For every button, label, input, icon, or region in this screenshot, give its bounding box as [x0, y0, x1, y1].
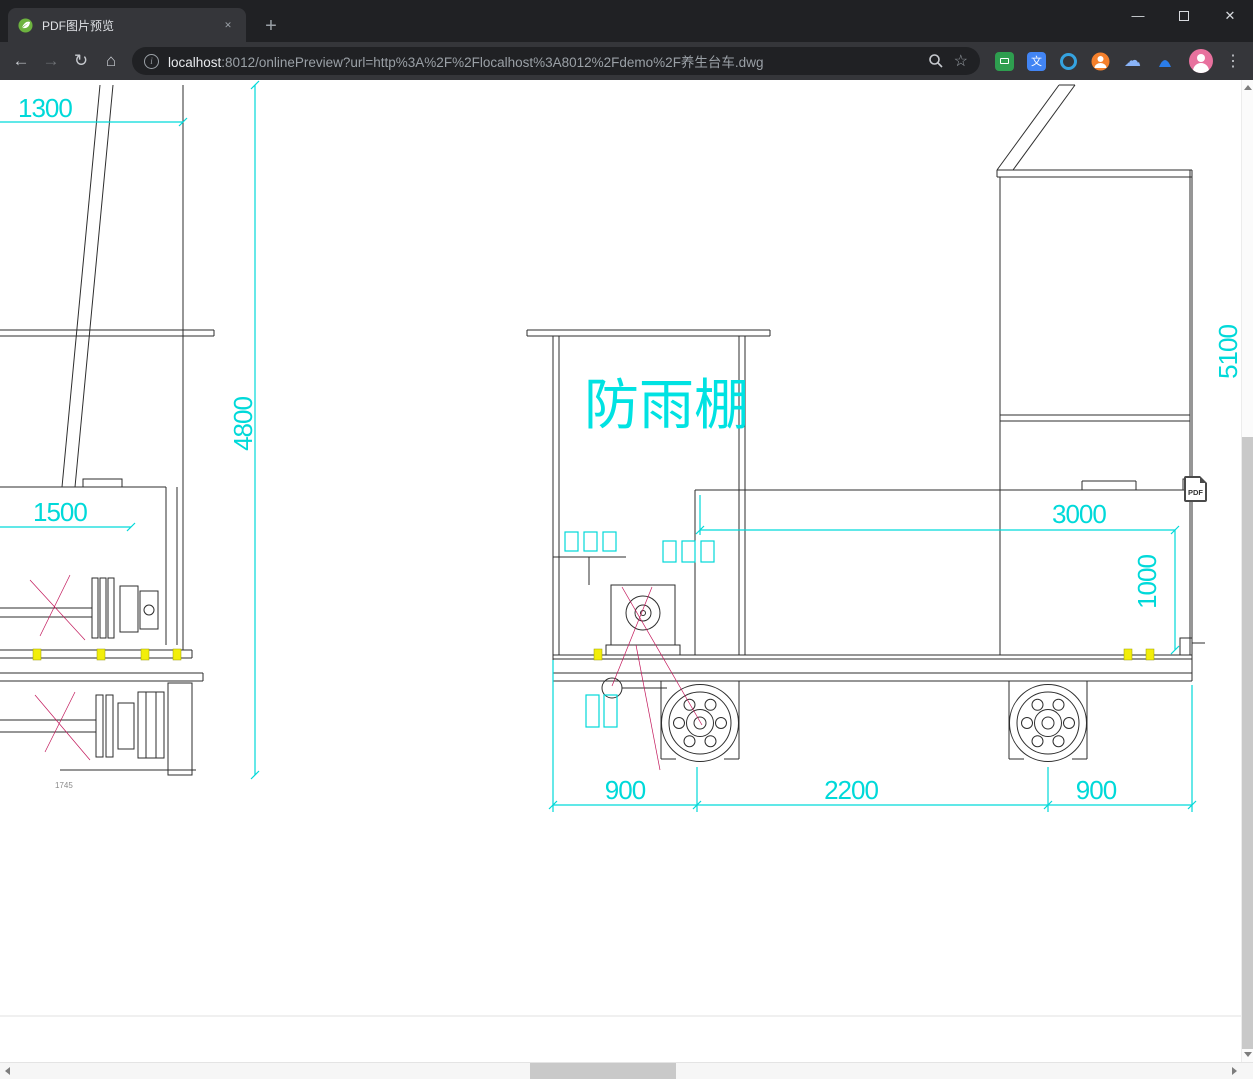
- cad-dimension-texts: 1300 1500 4800 防雨棚 5100 3000 1000 900 22…: [18, 93, 1241, 805]
- scroll-up-arrow-icon[interactable]: [1244, 85, 1252, 90]
- extension-translate-icon[interactable]: 文: [1026, 51, 1047, 72]
- horizontal-scrollbar-thumb[interactable]: [530, 1063, 676, 1079]
- vertical-scrollbar[interactable]: [1241, 80, 1253, 1062]
- extension-icon-6[interactable]: [1154, 51, 1175, 72]
- extensions-row: 文 ☁: [994, 51, 1175, 72]
- dim-4800: 4800: [228, 397, 258, 451]
- profile-avatar[interactable]: [1189, 49, 1213, 73]
- bookmark-star-icon[interactable]: ☆: [954, 51, 968, 71]
- vertical-scrollbar-thumb[interactable]: [1242, 437, 1253, 1049]
- browser-toolbar: ← → ↻ ⌂ i localhost:8012/onlinePreview?u…: [0, 42, 1253, 80]
- dim-3000: 3000: [1052, 499, 1106, 529]
- cad-dimension-lines: [0, 80, 1197, 812]
- home-button[interactable]: ⌂: [96, 46, 126, 76]
- new-tab-button[interactable]: +: [258, 13, 284, 39]
- extension-icon-1[interactable]: [994, 51, 1015, 72]
- small-note: 1745: [55, 781, 73, 790]
- horizontal-scrollbar[interactable]: [0, 1062, 1253, 1079]
- omnibox[interactable]: i localhost:8012/onlinePreview?url=http%…: [132, 47, 980, 75]
- maximize-button[interactable]: [1161, 0, 1207, 31]
- extension-cloud-icon[interactable]: ☁: [1122, 51, 1143, 72]
- cad-drawing: 1300 1500 4800 防雨棚 5100 3000 1000 900 22…: [0, 80, 1241, 1017]
- back-button[interactable]: ←: [6, 46, 36, 76]
- tab-pdf-preview[interactable]: PDF图片预览 ✕: [8, 8, 246, 42]
- dim-900-left: 900: [605, 775, 646, 805]
- minimize-button[interactable]: —: [1115, 0, 1161, 31]
- tab-title: PDF图片预览: [42, 18, 115, 33]
- dim-1500: 1500: [33, 497, 87, 527]
- close-button[interactable]: ✕: [1207, 0, 1253, 31]
- rain-shelter-label: 防雨棚: [584, 374, 749, 436]
- dwg-preview-page: 1300 1500 4800 防雨棚 5100 3000 1000 900 22…: [0, 80, 1241, 1062]
- avatar-person-icon: [1197, 54, 1205, 62]
- wheel-rear: [1008, 681, 1088, 762]
- dim-5100: 5100: [1213, 325, 1241, 379]
- pdf-file-icon[interactable]: PDF: [1184, 476, 1207, 502]
- reload-button[interactable]: ↻: [66, 46, 96, 76]
- scroll-down-arrow-icon[interactable]: [1244, 1052, 1252, 1057]
- extension-icon-3[interactable]: [1058, 51, 1079, 72]
- dim-1000: 1000: [1132, 555, 1162, 609]
- url-path: :8012/onlinePreview?url=http%3A%2F%2Floc…: [221, 55, 764, 70]
- tab-close-icon[interactable]: ✕: [220, 17, 236, 33]
- extension-icon-4[interactable]: [1090, 51, 1111, 72]
- forward-button[interactable]: →: [36, 46, 66, 76]
- browser-window: PDF图片预览 ✕ + — ✕ ← → ↻ ⌂ i localhost:8012…: [0, 0, 1253, 1079]
- scroll-left-arrow-icon[interactable]: [5, 1067, 10, 1075]
- dim-1300: 1300: [18, 93, 72, 123]
- browser-menu-icon[interactable]: ⋮: [1219, 47, 1247, 75]
- scroll-right-arrow-icon[interactable]: [1232, 1067, 1237, 1075]
- url-text: localhost:8012/onlinePreview?url=http%3A…: [168, 51, 924, 71]
- titlebar[interactable]: PDF图片预览 ✕ + — ✕: [0, 0, 1253, 42]
- window-controls: — ✕: [1115, 0, 1253, 31]
- pdf-file-label: PDF: [1188, 488, 1203, 497]
- url-host: localhost: [168, 55, 222, 70]
- dim-900-right: 900: [1076, 775, 1117, 805]
- zoom-indicator-icon[interactable]: [928, 53, 944, 69]
- maximize-icon: [1179, 10, 1189, 21]
- dim-2200: 2200: [824, 775, 878, 805]
- page-info-icon[interactable]: i: [144, 53, 159, 69]
- spring-leaf-favicon-icon: [18, 17, 33, 33]
